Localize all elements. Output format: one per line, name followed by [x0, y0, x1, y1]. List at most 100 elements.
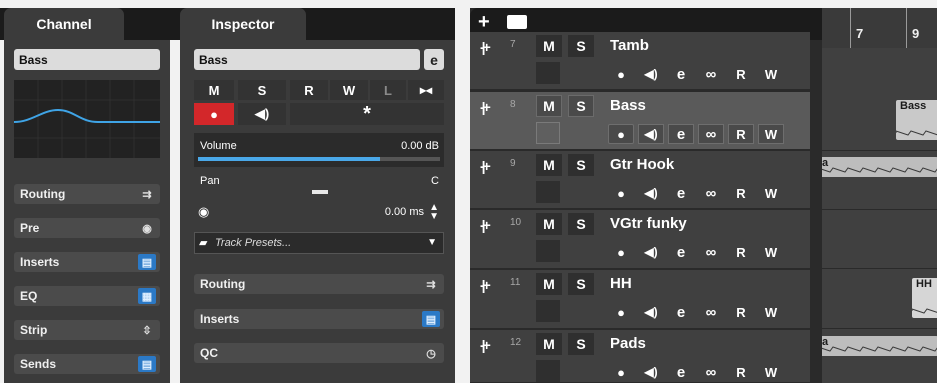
track-presets-dropdown[interactable]: ▰ Track Presets... ▼ — [194, 232, 444, 254]
inspector-mute-button[interactable]: M — [194, 80, 234, 100]
channel-section-sends[interactable]: Sends ▤ — [14, 354, 160, 374]
record-enable-icon[interactable]: ● — [608, 124, 634, 144]
link-icon[interactable]: ∞ — [698, 64, 724, 84]
track-write-button[interactable]: W — [758, 242, 784, 262]
track-mute-button[interactable]: M — [536, 35, 562, 57]
audio-clip[interactable]: a — [822, 336, 937, 356]
record-enable-icon[interactable]: ● — [608, 302, 634, 322]
edit-instrument-icon[interactable]: e — [668, 302, 694, 322]
track-row[interactable]: -|+ 11 M S HH ● ◀) e ∞ R W — [470, 270, 810, 329]
inspector-read-button[interactable]: R — [290, 80, 328, 100]
routing-icon[interactable]: ⇉ — [138, 186, 156, 202]
monitor-speaker-icon[interactable]: ◀) — [638, 362, 664, 382]
panel-divider[interactable] — [462, 8, 470, 383]
edit-instrument-icon[interactable]: e — [424, 49, 444, 70]
track-row[interactable]: -|+ 9 M S Gtr Hook ● ◀) e ∞ R W — [470, 151, 810, 209]
edit-instrument-icon[interactable]: e — [668, 242, 694, 262]
track-color-slot[interactable] — [536, 181, 560, 203]
inspector-lanes-button[interactable]: L — [370, 80, 406, 100]
inspector-write-button[interactable]: W — [330, 80, 368, 100]
track-color-slot[interactable] — [536, 300, 560, 322]
track-write-button[interactable]: W — [758, 64, 784, 84]
record-enable-icon[interactable]: ● — [608, 242, 634, 262]
pan-control[interactable]: Pan C — [194, 170, 444, 198]
track-mute-button[interactable]: M — [536, 154, 562, 176]
volume-fader[interactable]: Volume 0.00 dB — [194, 133, 444, 167]
track-color-slot[interactable] — [536, 360, 560, 382]
record-enable-button[interactable]: ● — [194, 103, 234, 125]
link-icon[interactable]: ∞ — [698, 362, 724, 382]
track-read-button[interactable]: R — [728, 124, 754, 144]
track-color-slot[interactable] — [536, 122, 560, 144]
record-enable-icon[interactable]: ● — [608, 362, 634, 382]
track-solo-button[interactable]: S — [568, 273, 594, 295]
inspector-solo-button[interactable]: S — [238, 80, 286, 100]
track-mute-button[interactable]: M — [536, 333, 562, 355]
track-solo-button[interactable]: S — [568, 213, 594, 235]
track-solo-button[interactable]: S — [568, 95, 594, 117]
audio-clip[interactable]: HH — [912, 278, 937, 318]
link-icon[interactable]: ∞ — [698, 183, 724, 203]
inspector-section-routing[interactable]: Routing ⇉ — [194, 274, 444, 294]
edit-instrument-icon[interactable]: e — [668, 64, 694, 84]
channel-section-strip[interactable]: Strip ⇳ — [14, 320, 160, 340]
monitor-speaker-icon[interactable]: ◀) — [638, 64, 664, 84]
link-icon[interactable]: ∞ — [698, 242, 724, 262]
track-read-button[interactable]: R — [728, 242, 754, 262]
track-read-button[interactable]: R — [728, 362, 754, 382]
tab-inspector[interactable]: Inspector — [180, 8, 306, 40]
track-mute-button[interactable]: M — [536, 95, 562, 117]
track-color-slot[interactable] — [536, 62, 560, 84]
inspector-section-qc[interactable]: QC ◷ — [194, 343, 444, 363]
track-read-button[interactable]: R — [728, 302, 754, 322]
track-solo-button[interactable]: S — [568, 154, 594, 176]
add-track-icon[interactable]: + — [478, 11, 490, 34]
link-icon[interactable]: ∞ — [698, 124, 724, 144]
track-row[interactable]: -|+ 7 M S Tamb ● ◀) e ∞ R W — [470, 32, 810, 90]
track-write-button[interactable]: W — [758, 183, 784, 203]
record-enable-icon[interactable]: ● — [608, 64, 634, 84]
channel-section-routing[interactable]: Routing ⇉ — [14, 184, 160, 204]
monitor-speaker-icon[interactable]: ◀) — [638, 124, 664, 144]
channel-section-inserts[interactable]: Inserts ▤ — [14, 252, 160, 272]
qc-icon[interactable]: ◷ — [422, 345, 440, 361]
inspector-section-inserts[interactable]: Inserts ▤ — [194, 309, 444, 329]
track-write-button[interactable]: W — [758, 124, 784, 144]
track-write-button[interactable]: W — [758, 362, 784, 382]
timeline-area[interactable]: 7 9 Bass a HH a — [822, 8, 937, 383]
track-solo-button[interactable]: S — [568, 35, 594, 57]
monitor-speaker-icon[interactable]: ◀) — [638, 302, 664, 322]
audio-clip[interactable]: Bass — [896, 100, 937, 140]
tab-channel[interactable]: Channel — [4, 8, 124, 40]
ruler[interactable] — [822, 8, 937, 48]
audio-clip[interactable]: a — [822, 157, 937, 177]
track-row[interactable]: -|+ 12 M S Pads ● ◀) e ∞ R W — [470, 330, 810, 383]
monitor-speaker-icon[interactable]: ◀) — [238, 103, 286, 125]
timeline-lane[interactable] — [822, 210, 937, 269]
track-read-button[interactable]: R — [728, 64, 754, 84]
eq-icon[interactable]: ▦ — [138, 288, 156, 304]
strip-icon[interactable]: ⇳ — [138, 322, 156, 338]
edit-instrument-icon[interactable]: e — [668, 183, 694, 203]
monitor-speaker-icon[interactable]: ◀) — [638, 183, 664, 203]
pan-handle[interactable] — [312, 190, 328, 194]
folder-icon[interactable] — [507, 15, 527, 29]
record-enable-icon[interactable]: ● — [608, 183, 634, 203]
track-delay-control[interactable]: ◉ 0.00 ms ▲ ▼ — [194, 202, 444, 224]
eq-curve-display[interactable] — [13, 80, 160, 158]
edit-instrument-icon[interactable]: e — [668, 124, 694, 144]
track-mute-button[interactable]: M — [536, 213, 562, 235]
monitor-chevrons-icon[interactable]: ▸◂ — [408, 80, 444, 100]
track-write-button[interactable]: W — [758, 302, 784, 322]
inspector-track-name[interactable]: Bass — [194, 49, 420, 70]
edit-instrument-icon[interactable]: e — [668, 362, 694, 382]
track-mute-button[interactable]: M — [536, 273, 562, 295]
track-color-slot[interactable] — [536, 240, 560, 262]
track-row[interactable]: -|+ 8 M S Bass ● ◀) e ∞ R W — [470, 92, 810, 150]
channel-section-pre[interactable]: Pre ◉ — [14, 218, 160, 238]
inserts-icon[interactable]: ▤ — [138, 254, 156, 270]
channel-name-field[interactable]: Bass — [14, 49, 160, 70]
pre-icon[interactable]: ◉ — [138, 220, 156, 236]
channel-section-eq[interactable]: EQ ▦ — [14, 286, 160, 306]
track-row[interactable]: -|+ 10 M S VGtr funky ● ◀) e ∞ R W — [470, 210, 810, 269]
